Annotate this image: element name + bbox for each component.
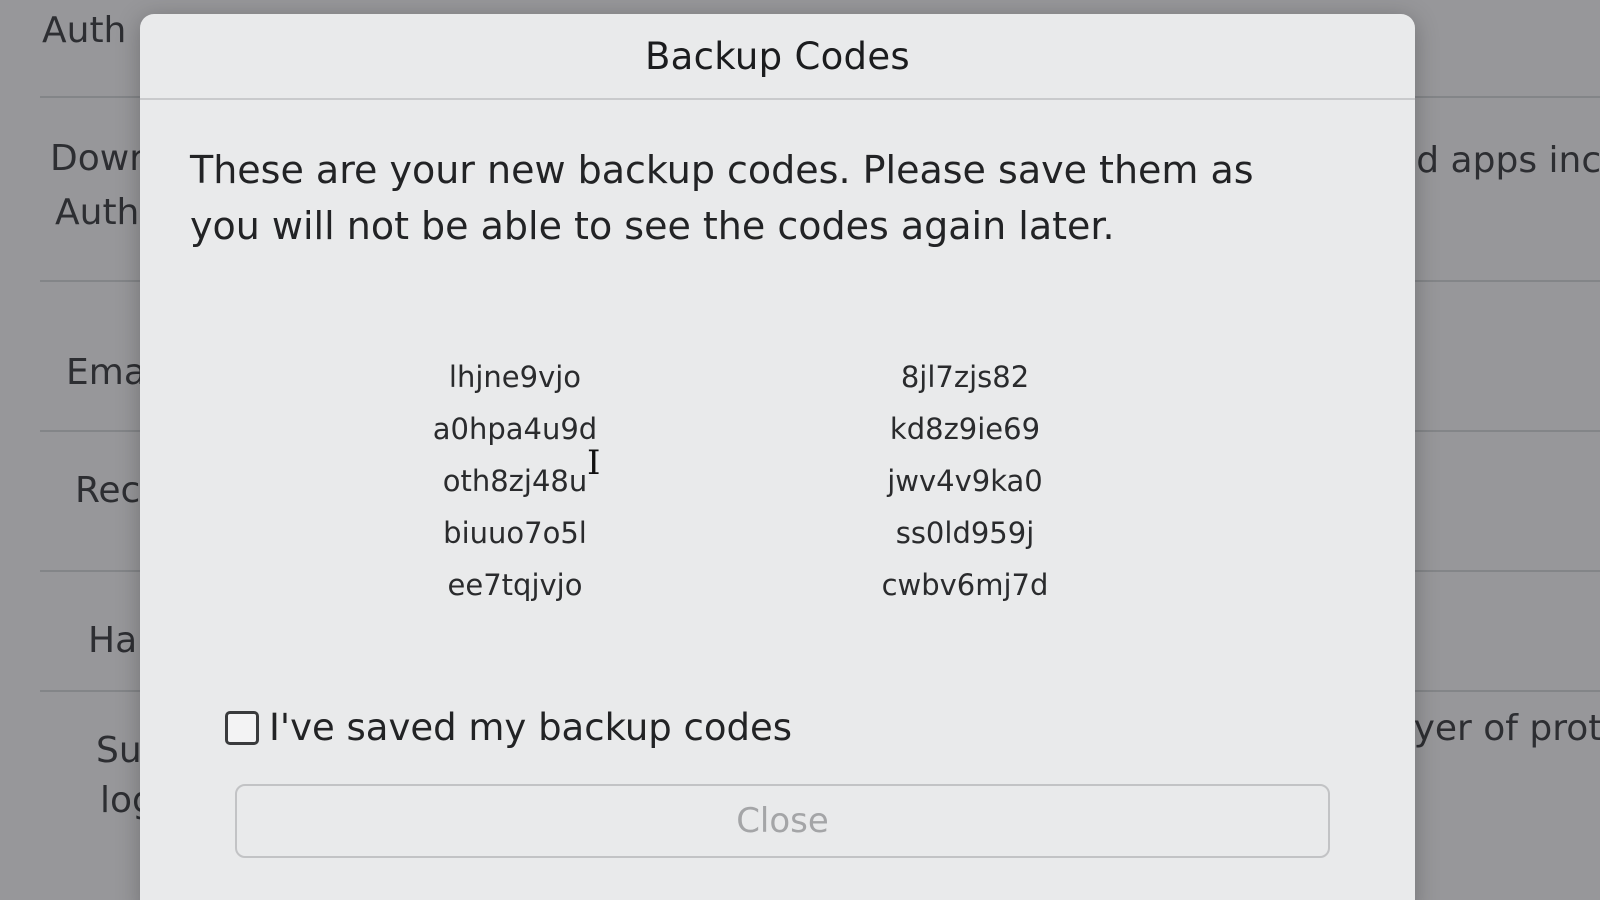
dialog-header: Backup Codes <box>140 14 1415 100</box>
dialog-message: These are your new backup codes. Please … <box>190 148 1254 248</box>
backup-code: cwbv6mj7d <box>881 568 1049 602</box>
backup-code: a0hpa4u9d <box>432 412 598 446</box>
dialog-title: Backup Codes <box>645 34 910 78</box>
backup-code: 8jl7zjs82 <box>900 360 1030 394</box>
text-cursor-icon: I <box>587 443 601 483</box>
backup-code: kd8z9ie69 <box>889 412 1041 446</box>
saved-codes-label[interactable]: I've saved my backup codes <box>269 706 792 749</box>
saved-codes-checkbox[interactable] <box>225 710 259 745</box>
backup-codes-list: lhjne9vjo 8jl7zjs82 a0hpa4u9d kd8z9ie69 … <box>290 354 1190 608</box>
backup-code: ee7tqjvjo <box>447 568 583 602</box>
saved-confirmation-row[interactable]: I've saved my backup codes <box>225 706 792 749</box>
close-button[interactable]: Close <box>235 784 1330 858</box>
backup-code: biuuo7o5l <box>443 516 587 550</box>
backup-code: oth8zj48u <box>442 464 588 498</box>
close-button-label: Close <box>736 801 829 841</box>
backup-code: jwv4v9ka0 <box>887 464 1043 498</box>
backup-code: ss0ld959j <box>895 516 1035 550</box>
backup-code: lhjne9vjo <box>448 360 582 394</box>
backup-codes-dialog: Backup Codes These are your new backup c… <box>140 14 1415 900</box>
